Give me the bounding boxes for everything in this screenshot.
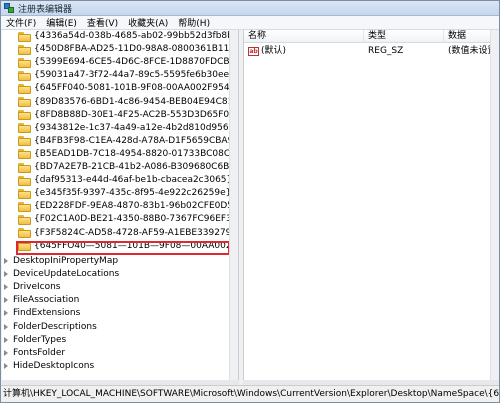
folder-icon: [18, 70, 31, 81]
tree-item-label: FolderDescriptions: [13, 321, 97, 332]
registry-key-tree[interactable]: {4336a54d-038b-4685-ab02-99bb52d3fb8b} {4…: [2, 30, 239, 380]
registry-editor-window: 注册表编辑器 文件(F) 编辑(E) 查看(V) 收藏夹(A) 帮助(H) {4…: [0, 0, 500, 403]
tree-item-label: FindExtensions: [13, 308, 81, 319]
menu-favorites[interactable]: 收藏夹(A): [123, 16, 173, 29]
status-bar-path: 计算机\HKEY_LOCAL_MACHINE\SOFTWARE\Microsof…: [1, 385, 499, 402]
registry-values-list[interactable]: 名称 类型 数据 ab (默认) REG_SZ (数值未设置): [243, 30, 499, 380]
tree-item-guid-key[interactable]: {e345f35f-9397-435c-8f95-4e922c26259e}: [18, 187, 231, 200]
string-value-icon: ab: [248, 47, 259, 56]
tree-item-guid-key[interactable]: {645FF040-5081-101B-9F08-00AA002F954E}: [18, 82, 239, 95]
folder-icon: [18, 44, 31, 55]
tree-item-guid-key[interactable]: {450D8FBA-AD25-11D0-98A8-0800361B1103}: [18, 43, 239, 56]
tree-item-guid-key[interactable]: {BD7A2E7B-21CB-41b2-A086-B309680C6B7E}: [18, 161, 239, 174]
expand-arrow-icon[interactable]: [2, 307, 9, 320]
tree-item-guid-key[interactable]: {4336a54d-038b-4685-ab02-99bb52d3fb8b}: [18, 30, 239, 43]
folder-icon: [18, 149, 31, 160]
expand-arrow-icon[interactable]: [2, 334, 9, 347]
tree-item-label: DeviceUpdateLocations: [13, 269, 120, 280]
folder-icon: [18, 214, 31, 225]
folder-icon: [18, 110, 31, 121]
tree-item-key[interactable]: DeviceUpdateLocations: [2, 268, 119, 281]
tree-item-guid-key[interactable]: {8FD8B88D-30E1-4F25-AC2B-553D3D65F0EA}: [18, 109, 239, 122]
expand-arrow-icon[interactable]: [2, 321, 9, 334]
expand-arrow-icon[interactable]: [2, 281, 9, 294]
folder-icon: [18, 201, 31, 212]
value-row-default-name[interactable]: ab (默认): [248, 45, 364, 58]
tree-item-label: {daf95313-e44d-46af-be1b-cbacea2c3065}: [34, 175, 233, 186]
tree-item-label: {89D83576-6BD1-4c86-9454-BEB04E94C819}: [34, 96, 239, 107]
folder-icon: [18, 162, 31, 173]
folder-icon: [18, 31, 31, 42]
highlighted-key-box: [16, 241, 230, 255]
tree-vertical-scrollbar[interactable]: [229, 30, 238, 380]
folder-icon: [18, 136, 31, 147]
tree-item-label: {B5EAD1DB-7C18-4954-8820-01733BC08C82}: [34, 148, 239, 159]
tree-item-guid-key[interactable]: {F3F5824C-AD58-4728-AF59-A1EBE3392799}: [18, 227, 239, 240]
tree-item-guid-key[interactable]: {daf95313-e44d-46af-be1b-cbacea2c3065}: [18, 174, 232, 187]
regedit-app-icon: [4, 2, 15, 14]
tree-item-key[interactable]: FindExtensions: [2, 307, 80, 320]
folder-icon: [18, 228, 31, 238]
tree-item-label: {BD7A2E7B-21CB-41b2-A086-B309680C6B7E}: [34, 162, 239, 172]
folder-icon: [18, 97, 31, 107]
tree-item-guid-key[interactable]: {B5EAD1DB-7C18-4954-8820-01733BC08C82}: [18, 148, 239, 161]
tree-item-label: DriveIcons: [13, 282, 61, 293]
tree-item-label: {B4FB3F98-C1EA-428d-A78A-D1F5659CBA93}: [34, 135, 239, 146]
tree-item-label: {ED228FDF-9EA8-4870-83b1-96b02CFE0D52}: [34, 201, 239, 212]
tree-item-guid-key[interactable]: {F02C1A0D-BE21-4350-88B0-7367FC96EF3C}: [18, 213, 239, 226]
title-bar: 注册表编辑器: [1, 1, 499, 16]
folder-icon: [18, 123, 31, 134]
menu-view[interactable]: 查看(V): [82, 16, 123, 29]
value-type: REG_SZ: [368, 46, 404, 56]
tree-item-label: {8FD8B88D-30E1-4F25-AC2B-553D3D65F0EA}: [34, 109, 239, 120]
expand-arrow-icon[interactable]: [2, 347, 9, 360]
tree-item-guid-key[interactable]: {5399E694-6CE5-4D6C-8FCE-1D8870FDCBA0}: [18, 56, 239, 69]
expand-arrow-icon[interactable]: [2, 268, 9, 281]
tree-item-label: {4336a54d-038b-4685-ab02-99bb52d3fb8b}: [34, 31, 239, 41]
expand-arrow-icon[interactable]: [2, 360, 9, 373]
tree-item-guid-key[interactable]: {89D83576-6BD1-4c86-9454-BEB04E94C819}: [18, 96, 239, 109]
tree-item-label: {450D8FBA-AD25-11D0-98A8-0800361B1103}: [34, 44, 239, 55]
tree-item-key[interactable]: HideDesktopIcons: [2, 360, 94, 373]
tree-item-key[interactable]: FontsFolder: [2, 347, 65, 360]
tree-item-label: FontsFolder: [13, 347, 66, 358]
menu-edit[interactable]: 编辑(E): [41, 16, 82, 29]
window-title: 注册表编辑器: [18, 4, 73, 15]
tree-item-key[interactable]: DesktopIniPropertyMap: [2, 255, 118, 268]
tree-item-label: {645FF040-5081-101B-9F08-00AA002F954E}: [34, 83, 239, 94]
tree-item-guid-key[interactable]: {9343812e-1c37-4a49-a12e-4b2d810d956b}: [18, 122, 239, 135]
folder-icon: [18, 188, 31, 199]
tree-item-key[interactable]: FolderTypes: [2, 334, 66, 347]
tree-item-label: FolderTypes: [13, 334, 67, 345]
tree-item-label: DesktopIniPropertyMap: [13, 256, 119, 266]
tree-item-guid-key[interactable]: {B4FB3F98-C1EA-428d-A78A-D1F5659CBA93}: [18, 135, 239, 148]
expand-arrow-icon[interactable]: [2, 294, 9, 307]
tree-item-label: {F3F5824C-AD58-4728-AF59-A1EBE3392799}: [34, 227, 239, 238]
tree-item-label: {9343812e-1c37-4a49-a12e-4b2d810d956b}: [34, 122, 239, 133]
tree-item-label: FileAssociation: [13, 295, 80, 306]
column-header-type[interactable]: 类型: [364, 30, 444, 43]
tree-item-label: {F02C1A0D-BE21-4350-88B0-7367FC96EF3C}: [34, 214, 239, 225]
tree-item-label: HideDesktopIcons: [13, 360, 95, 371]
folder-icon: [18, 57, 31, 68]
tree-item-label: {5399E694-6CE5-4D6C-8FCE-1D8870FDCBA0}: [34, 57, 239, 68]
tree-item-label: {e345f35f-9397-435c-8f95-4e922c26259e}: [34, 188, 232, 199]
values-vertical-scrollbar[interactable]: [490, 30, 499, 380]
menu-file[interactable]: 文件(F): [1, 16, 41, 29]
tree-item-key[interactable]: DriveIcons: [2, 281, 61, 294]
expand-arrow-icon[interactable]: [2, 255, 9, 268]
tree-item-guid-key[interactable]: {59031a47-3f72-44a7-89c5-5595fe6b30ee}: [18, 69, 235, 82]
tree-item-key[interactable]: FolderDescriptions: [2, 321, 97, 334]
menu-bar: 文件(F) 编辑(E) 查看(V) 收藏夹(A) 帮助(H): [1, 16, 499, 30]
menu-help[interactable]: 帮助(H): [173, 16, 215, 29]
column-header-name[interactable]: 名称: [244, 30, 364, 43]
value-name: (默认): [261, 46, 287, 56]
tree-item-key[interactable]: FileAssociation: [2, 294, 79, 307]
tree-item-guid-key[interactable]: {ED228FDF-9EA8-4870-83b1-96b02CFE0D52}: [18, 200, 239, 213]
folder-icon: [18, 175, 31, 186]
folder-icon: [18, 83, 31, 94]
tree-item-label: {59031a47-3f72-44a7-89c5-5595fe6b30ee}: [34, 70, 235, 81]
